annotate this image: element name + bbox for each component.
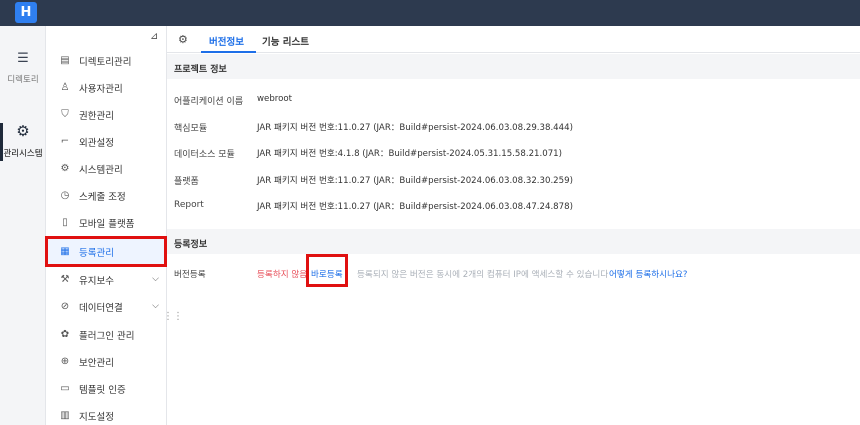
top-bar: H [0,0,860,26]
section-title: 프로젝트 정보 [174,65,227,75]
app-logo[interactable]: H [15,2,37,23]
status-badge: 등록하지 않음 [257,270,308,280]
menu-item-label: 권한관리 [79,110,114,122]
section-header: 프로젝트 정보 [167,54,860,79]
info-key: 플랫폼 [174,177,199,187]
info-value: JAR 패키지 버전 번호:11.0.27 (JAR：Build#persist… [257,202,573,212]
menu-item-schedule[interactable]: ◷ 스케줄 조정 [46,182,167,209]
pin-icon[interactable]: ⊿ [150,31,158,42]
shield-icon: ⛉ [61,109,69,120]
brush-icon: ⌐ [60,136,70,147]
menu-item-label: 유지보수 [79,275,114,287]
menu-item-label: 템플릿 인증 [79,384,126,396]
list-icon: ☰ [17,51,29,66]
menu-item-appearance[interactable]: ⌐ 외관설정 [46,128,167,155]
menu-item-plugins[interactable]: ✿ 플러그인 관리 [46,321,167,348]
nav-rail: ☰ 디렉토리 ⚙ 관리시스템 [0,26,46,425]
menu-item-directory[interactable]: ▤ 디렉토리관리 [46,47,167,74]
side-menu: ⊿ ▤ 디렉토리관리 ♙ 사용자관리 ⛉ 권한관리 ⌐ 외관설정 ⚙ 시스템관리… [46,26,167,425]
directory-icon: ▤ [60,55,70,66]
menu-item-template-auth[interactable]: ▭ 템플릿 인증 [46,375,167,402]
info-value: JAR 패키지 버전 번호:11.0.27 (JAR：Build#persist… [257,123,573,133]
section-header: 등록정보 [167,229,860,254]
menu-item-label: 플러그인 관리 [79,330,135,342]
settings-icon[interactable]: ⚙ [178,33,188,46]
registration-row: 버전등록 등록하지 않음 바로등록 등록되지 않은 버전은 동시에 2개의 컴퓨… [167,266,860,282]
menu-item-maintenance[interactable]: ⚒ 유지보수 ⌵ [46,266,167,293]
menu-item-mobile[interactable]: ▯ 모바일 플랫폼 [46,209,167,236]
info-row: 어플리케이션 이름 webroot [167,91,860,109]
chevron-down-icon: ⌵ [152,274,159,284]
link-icon: ⊘ [60,301,70,312]
how-to-register-link[interactable]: 어떻게 등록하시나요? [609,268,687,280]
menu-item-label: 데이터연결 [79,302,123,314]
info-value: JAR 패키지 버전 번호:4.1.8 (JAR：Build#persist-2… [257,149,562,159]
menu-item-security[interactable]: ⊕ 보안관리 [46,348,167,375]
chevron-down-icon: ⌵ [152,301,159,311]
tab-version-info[interactable]: 버전정보 [209,34,244,48]
rail-item-directory[interactable]: ☰ 디렉토리 [0,51,46,85]
menu-item-label: 보안관리 [79,357,114,369]
menu-item-label: 모바일 플랫폼 [79,218,135,230]
map-icon: ▥ [60,410,70,421]
menu-item-users[interactable]: ♙ 사용자관리 [46,74,167,101]
section-title: 등록정보 [174,240,208,250]
maintenance-icon: ⚒ [60,274,70,285]
info-row: 플랫폼 JAR 패키지 버전 번호:11.0.27 (JAR：Build#per… [167,171,860,189]
info-key: 데이터소스 모듈 [174,150,235,160]
info-key: 어플리케이션 이름 [174,97,244,107]
user-icon: ♙ [60,82,70,93]
menu-item-label: 시스템관리 [79,164,123,176]
menu-item-label: 스케줄 조정 [79,191,126,203]
tab-feature-list[interactable]: 기능 리스트 [262,34,309,48]
plugin-icon: ✿ [60,329,70,340]
gear-icon: ⚙ [16,122,30,140]
highlight-box-quick-register [306,254,348,287]
info-row: Report JAR 패키지 버전 번호:11.0.27 (JAR：Build#… [167,197,860,215]
info-row: 데이터소스 모듈 JAR 패키지 버전 번호:4.1.8 (JAR：Build#… [167,144,860,162]
rail-item-label: 디렉토리 [7,75,39,85]
resize-handle-icon[interactable]: ⋮⋮ [163,311,183,322]
active-tab-indicator [201,51,256,53]
tab-bar: ⚙ 버전정보 기능 리스트 [167,26,860,53]
menu-item-label: 지도설정 [79,411,114,423]
menu-item-map[interactable]: ▥ 지도설정 [46,402,167,425]
menu-item-data-connection[interactable]: ⊘ 데이터연결 ⌵ [46,293,167,320]
gear-icon: ⚙ [60,163,70,174]
mobile-icon: ▯ [62,217,68,228]
info-row: 핵심모듈 JAR 패키지 버전 번호:11.0.27 (JAR：Build#pe… [167,118,860,136]
registration-note: 등록되지 않은 버전은 동시에 2개의 컴퓨터 IP에 액세스할 수 있습니다 [357,270,609,280]
registration-key: 버전등록 [174,270,206,280]
info-value: JAR 패키지 버전 번호:11.0.27 (JAR：Build#persist… [257,176,573,186]
security-icon: ⊕ [60,356,70,367]
rail-item-label: 관리시스템 [3,149,43,159]
menu-item-label: 디렉토리관리 [79,56,132,68]
info-key: Report [174,200,204,210]
info-value: webroot [257,94,293,104]
clock-icon: ◷ [60,190,70,201]
menu-item-permissions[interactable]: ⛉ 권한관리 [46,101,167,128]
rail-item-management-system[interactable]: ⚙ 관리시스템 [0,122,46,159]
info-key: 핵심모듈 [174,124,208,134]
menu-item-label: 사용자관리 [79,83,123,95]
template-icon: ▭ [60,383,70,394]
menu-item-label: 외관설정 [79,137,114,149]
highlight-box-menu [45,236,167,267]
menu-item-system[interactable]: ⚙ 시스템관리 [46,155,167,182]
